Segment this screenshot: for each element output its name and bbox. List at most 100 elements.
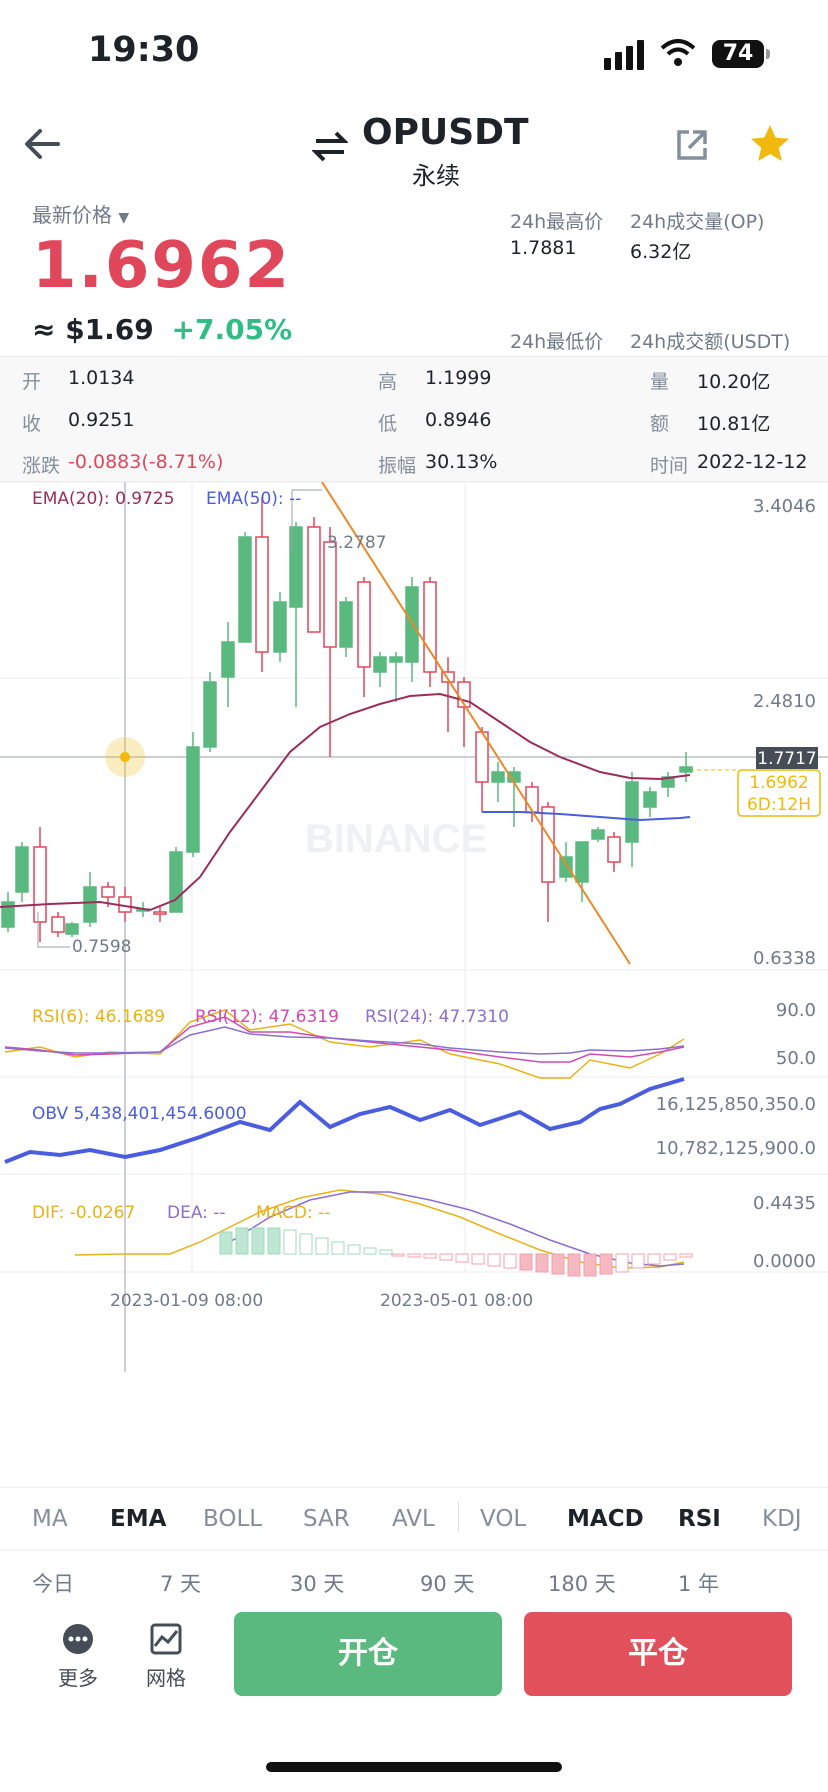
candle-body-14 bbox=[238, 536, 252, 643]
candle-body-37 bbox=[625, 781, 639, 843]
low-label: 低 bbox=[378, 413, 398, 435]
more-button[interactable]: 更多 bbox=[52, 1622, 104, 1691]
macd-bar-pos-9 bbox=[363, 1247, 377, 1255]
ema50-line bbox=[482, 811, 691, 822]
dif-legend: DIF: -0.0267 bbox=[32, 1203, 135, 1223]
candle-body-3 bbox=[51, 916, 65, 933]
favorite-star-icon[interactable] bbox=[748, 122, 792, 166]
indicator-tabs: MA EMA BOLL SAR AVL VOL MACD RSI KDJ bbox=[0, 1487, 828, 1551]
rsi6-legend: RSI(6): 46.1689 bbox=[32, 1007, 165, 1027]
high-24h-label: 24h最高价 bbox=[510, 211, 604, 233]
rsi-90: 90.0 bbox=[776, 1000, 816, 1021]
change-percent: +7.05% bbox=[171, 313, 293, 346]
macd-bar-pos-0 bbox=[219, 1231, 233, 1255]
period-today[interactable]: 今日 bbox=[32, 1568, 74, 1598]
rsi12-legend: RSI(12): 47.6319 bbox=[195, 1007, 339, 1027]
tab-boll[interactable]: BOLL bbox=[203, 1506, 262, 1532]
countdown-label: 6D:12H bbox=[747, 795, 811, 815]
macd-bar-neg-15 bbox=[631, 1253, 645, 1269]
last-price-label: 1.6962 bbox=[749, 773, 808, 793]
home-indicator bbox=[266, 1762, 562, 1772]
ema50-legend: EMA(50): -- bbox=[206, 489, 301, 509]
grid-button[interactable]: 网格 bbox=[140, 1622, 192, 1691]
macd-bar-neg-4 bbox=[455, 1253, 469, 1263]
time-value: 2022-12-12 bbox=[697, 451, 808, 473]
high-24h-value: 1.7881 bbox=[510, 237, 577, 259]
x-axis-label-1: 2023-01-09 08:00 bbox=[110, 1291, 263, 1311]
ohlc-tooltip-panel: 开 1.0134 高 1.1999 量 10.20亿 收 0.9251 低 0.… bbox=[0, 356, 828, 482]
amplitude-label: 振幅 bbox=[378, 455, 417, 477]
price-summary: 最新价格 ▼ 1.6962 ≈ $1.69 +7.05% 24h最高价 1.78… bbox=[0, 195, 828, 355]
candle-body-22 bbox=[373, 656, 387, 673]
ema20-legend: EMA(20): 0.9725 bbox=[32, 489, 175, 509]
latest-price-dropdown[interactable]: 最新价格 ▼ bbox=[32, 199, 129, 228]
candle-body-9 bbox=[153, 911, 167, 915]
candle-body-36 bbox=[607, 836, 621, 863]
tab-ema[interactable]: EMA bbox=[110, 1506, 166, 1532]
low-24h-label: 24h最低价 bbox=[510, 331, 604, 353]
status-bar: 19:30 74 bbox=[0, 0, 828, 100]
macd-bar-pos-8 bbox=[347, 1244, 361, 1255]
tab-vol[interactable]: VOL bbox=[480, 1506, 526, 1532]
share-icon[interactable] bbox=[675, 128, 709, 162]
open-position-button[interactable]: 开仓 bbox=[234, 1612, 502, 1696]
more-label: 更多 bbox=[58, 1666, 98, 1690]
y-axis-mid: 2.4810 bbox=[753, 691, 816, 712]
tab-avl[interactable]: AVL bbox=[392, 1506, 435, 1532]
macd-bar-neg-2 bbox=[423, 1253, 437, 1259]
tab-sar[interactable]: SAR bbox=[303, 1506, 350, 1532]
crosshair-price: 1.7717 bbox=[757, 749, 816, 769]
candle-body-1 bbox=[15, 846, 29, 893]
rsi-50: 50.0 bbox=[776, 1048, 816, 1069]
period-180d[interactable]: 180 天 bbox=[548, 1568, 616, 1598]
qty-value: 10.20亿 bbox=[697, 371, 771, 393]
macd-bar-neg-13 bbox=[599, 1253, 613, 1275]
candle-body-34 bbox=[575, 841, 589, 883]
candle-body-16 bbox=[273, 601, 287, 653]
y-axis-low: 0.6338 bbox=[753, 948, 816, 969]
candle-body-38 bbox=[643, 791, 657, 808]
period-7d[interactable]: 7 天 bbox=[160, 1568, 201, 1598]
page-title[interactable]: OPUSDT bbox=[362, 112, 529, 153]
amt-label: 额 bbox=[650, 413, 670, 435]
candle-body-33 bbox=[559, 856, 573, 878]
amount-24h-label: 24h成交额(USDT) bbox=[630, 331, 791, 353]
time-label: 时间 bbox=[650, 455, 689, 477]
obv-legend: OBV 5,438,401,454.6000 bbox=[32, 1104, 247, 1124]
status-time: 19:30 bbox=[88, 30, 200, 70]
crosshair-dot bbox=[120, 752, 130, 762]
macd-bar-neg-9 bbox=[535, 1253, 549, 1273]
candle-body-21 bbox=[357, 581, 371, 668]
macd-bar-neg-11 bbox=[567, 1253, 581, 1277]
kline-chart[interactable]: BINANCE EMA(20): 0.9725 EMA(50): -- 3.40… bbox=[0, 482, 828, 1487]
low-marker: 0.7598 bbox=[72, 937, 131, 957]
close-position-button[interactable]: 平仓 bbox=[524, 1612, 792, 1696]
macd-bar-pos-10 bbox=[379, 1249, 393, 1255]
macd-bar-neg-18 bbox=[679, 1253, 693, 1258]
candle-body-15 bbox=[255, 536, 269, 653]
macd-bar-pos-6 bbox=[315, 1237, 329, 1255]
tab-ma[interactable]: MA bbox=[32, 1506, 68, 1532]
macd-bar-neg-17 bbox=[663, 1253, 677, 1261]
back-arrow-icon[interactable] bbox=[20, 122, 64, 166]
macd-bar-pos-7 bbox=[331, 1241, 345, 1255]
macd-bar-pos-2 bbox=[251, 1227, 265, 1255]
cellular-signal-icon bbox=[604, 40, 644, 70]
tab-kdj[interactable]: KDJ bbox=[762, 1506, 802, 1532]
period-30d[interactable]: 30 天 bbox=[290, 1568, 344, 1598]
tab-macd[interactable]: MACD bbox=[567, 1506, 644, 1532]
period-1y[interactable]: 1 年 bbox=[678, 1568, 719, 1598]
candle-body-40 bbox=[679, 766, 693, 773]
period-90d[interactable]: 90 天 bbox=[420, 1568, 474, 1598]
header: OPUSDT 永续 bbox=[0, 100, 828, 195]
tab-rsi[interactable]: RSI bbox=[678, 1506, 721, 1532]
change-value: -0.0883(-8.71%) bbox=[68, 451, 224, 473]
candle-body-35 bbox=[591, 829, 605, 840]
macd-bar-neg-8 bbox=[519, 1253, 533, 1271]
candle-body-31 bbox=[525, 786, 539, 813]
macd-zero: 0.0000 bbox=[753, 1251, 816, 1272]
watermark: BINANCE bbox=[305, 817, 487, 861]
usd-price-line: ≈ $1.69 +7.05% bbox=[32, 313, 292, 346]
swap-icon[interactable] bbox=[312, 128, 348, 164]
candle-body-23 bbox=[389, 656, 403, 663]
